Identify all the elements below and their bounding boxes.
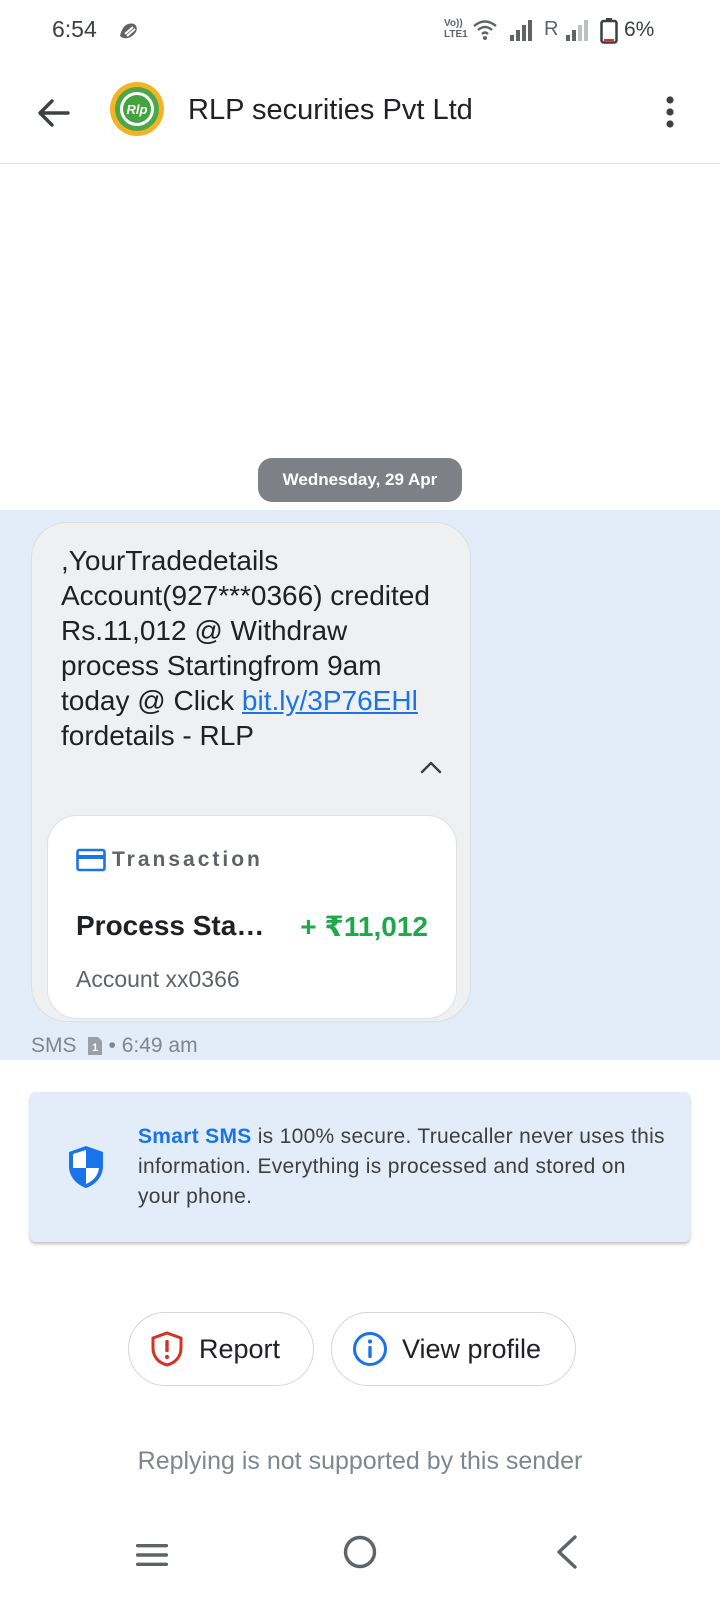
signal-weak-icon — [566, 20, 588, 41]
recents-button[interactable] — [134, 1540, 170, 1570]
report-shield-icon — [151, 1331, 183, 1367]
home-button[interactable] — [342, 1534, 378, 1570]
sim-number: 1 — [91, 1042, 97, 1054]
volte-label-bottom: LTE1 — [444, 29, 468, 40]
status-bar: 6:54 Vo)) LTE1 R 6% — [0, 0, 720, 62]
message-body-end: fordetails - RLP — [61, 720, 254, 751]
more-options-button[interactable] — [654, 90, 686, 134]
transaction-header: Transaction — [76, 848, 263, 872]
smart-sms-text: Smart SMS is 100% secure. Truecaller nev… — [138, 1122, 668, 1212]
message-text: ,YourTradedetails Account(927***0366) cr… — [61, 543, 431, 753]
smart-sms-info-card: Smart SMS is 100% secure. Truecaller nev… — [30, 1092, 690, 1242]
app-notification-icon — [120, 23, 137, 39]
date-separator: Wednesday, 29 Apr — [258, 458, 462, 502]
sender-avatar[interactable]: Rlp — [108, 80, 166, 138]
transaction-label: Transaction — [112, 848, 263, 871]
volte-icon: Vo)) LTE1 — [444, 18, 468, 42]
smart-sms-title: Smart SMS — [138, 1125, 252, 1148]
sim-card-icon: 1 — [87, 1037, 102, 1055]
message-meta: SMS 1 • 6:49 am — [31, 1034, 198, 1058]
nav-back-button[interactable] — [554, 1534, 580, 1570]
more-vert-icon — [666, 96, 674, 128]
view-profile-label: View profile — [402, 1333, 542, 1364]
status-time: 6:54 — [52, 16, 97, 42]
info-icon — [353, 1332, 387, 1366]
logo-text: Rlp — [127, 102, 148, 117]
reply-not-supported-note: Replying is not supported by this sender — [137, 1447, 583, 1475]
credit-card-icon — [76, 848, 106, 872]
message-bubble[interactable]: ,YourTradedetails Account(927***0366) cr… — [31, 522, 471, 1022]
system-nav-bar — [0, 1520, 720, 1600]
wifi-icon — [473, 20, 497, 40]
battery-percent: 6% — [624, 18, 655, 41]
chevron-up-icon — [420, 761, 442, 774]
message-link[interactable]: bit.ly/3P76EHl — [242, 685, 418, 716]
message-type: SMS — [31, 1034, 77, 1057]
roaming-indicator: R — [544, 18, 559, 40]
sender-name: RLP securities Pvt Ltd — [188, 94, 473, 126]
signal-icon — [510, 20, 532, 41]
conversation-header: Rlp RLP securities Pvt Ltd — [0, 62, 720, 164]
view-profile-button[interactable]: View profile — [331, 1312, 576, 1386]
message-time: • 6:49 am — [108, 1034, 198, 1057]
message-container: ,YourTradedetails Account(927***0366) cr… — [0, 510, 720, 1060]
arrow-back-icon — [38, 99, 70, 127]
collapse-button[interactable] — [416, 755, 446, 779]
volte-label-top: Vo)) — [444, 18, 463, 29]
shield-icon — [69, 1146, 103, 1188]
report-button[interactable]: Report — [128, 1312, 314, 1386]
back-button[interactable] — [28, 88, 78, 138]
battery-icon — [600, 18, 618, 44]
transaction-title: Process Starting — [76, 910, 266, 941]
transaction-amount: + ₹11,012 — [300, 911, 428, 942]
transaction-card[interactable]: Transaction Process Starting + ₹11,012 A… — [47, 815, 457, 1019]
transaction-account: Account xx0366 — [76, 966, 240, 992]
report-label: Report — [199, 1333, 281, 1364]
